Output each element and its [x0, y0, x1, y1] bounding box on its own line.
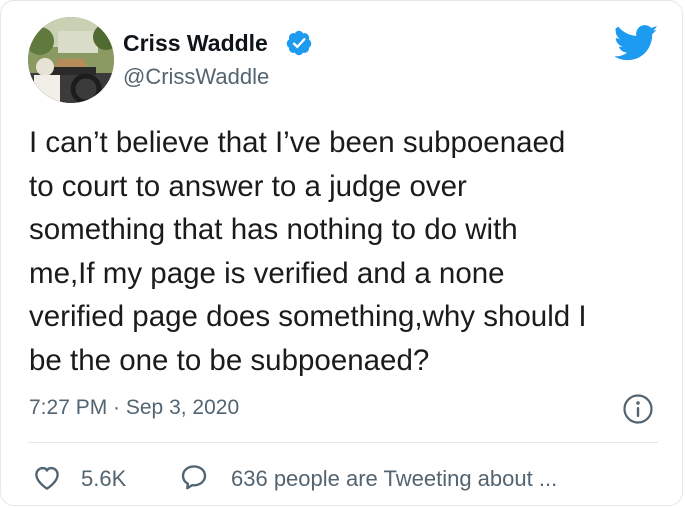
tweeting-about-link[interactable]: 636 people are Tweeting about ... [231, 465, 557, 493]
tweet-text-line: me,If my page is verified and a none [29, 256, 505, 290]
author-display-name[interactable]: Criss Waddle [123, 29, 268, 57]
tweet-timestamp[interactable]: 7:27 PM · Sep 3, 2020 [29, 394, 239, 422]
verified-badge-icon [286, 30, 312, 56]
tweet-text-line: verified page does something,why should … [29, 300, 587, 333]
info-icon[interactable] [622, 393, 654, 425]
tweet-text-line: I can’t believe that I’ve been subpoenae… [29, 126, 566, 159]
speech-bubble-icon[interactable] [179, 462, 209, 492]
like-count[interactable]: 5.6K [81, 465, 126, 493]
divider [28, 442, 658, 443]
tweet-text-line: to court to answer to a judge over [29, 169, 467, 203]
twitter-bird-icon[interactable] [615, 25, 659, 61]
author-handle[interactable]: @CrissWaddle [123, 63, 269, 91]
avatar[interactable] [28, 17, 114, 103]
tweet-text: I can’t believe that I’ve been subpoenae… [29, 121, 669, 382]
heart-icon[interactable] [32, 463, 62, 493]
tweet-text-line: be the one to be subpoenaed? [29, 343, 430, 377]
tweet-card: Criss Waddle @CrissWaddle I can’t believ… [0, 0, 683, 506]
tweet-text-line: something that has nothing to do with [29, 213, 518, 246]
